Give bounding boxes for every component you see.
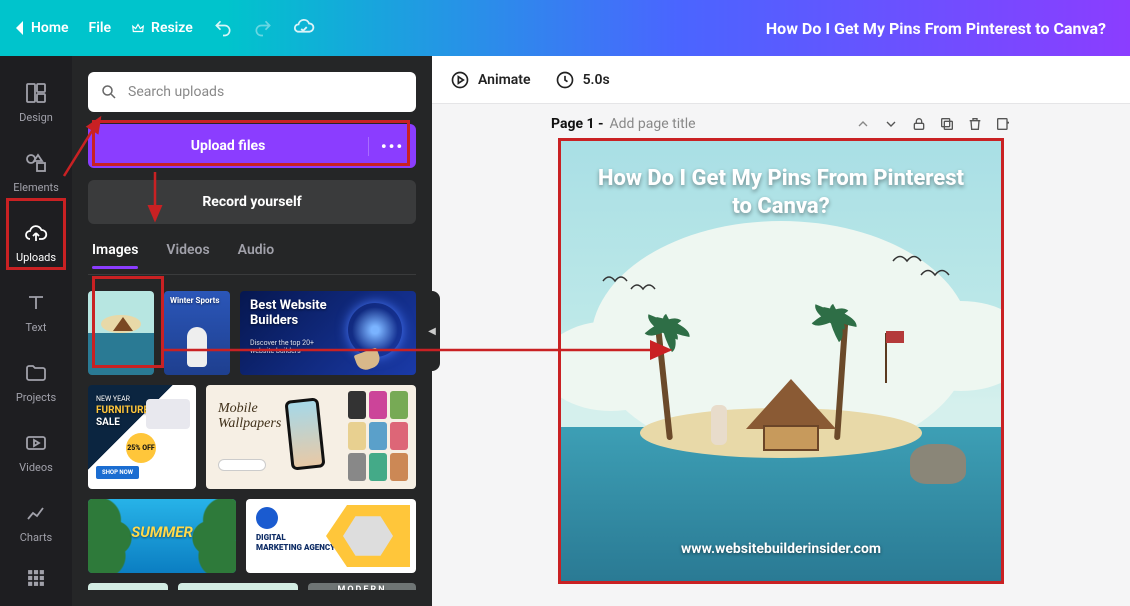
sidebar-label: Text	[26, 321, 47, 334]
canvas-area: Animate 5.0s Page 1 - Add page title	[432, 56, 1130, 606]
sidebar-label: Design	[19, 111, 53, 124]
duplicate-button[interactable]	[939, 116, 955, 132]
design-canvas[interactable]: How Do I Get My Pins From Pinterest to C…	[558, 138, 1004, 584]
home-label: Home	[31, 20, 69, 36]
layout-icon	[24, 81, 48, 105]
sidebar-item-charts[interactable]: Charts	[0, 488, 72, 556]
lock-button[interactable]	[911, 116, 927, 132]
upload-thumb-agency[interactable]: DIGITAL MARKETING AGENCY	[246, 499, 416, 573]
upload-files-button[interactable]: Upload files •••	[88, 124, 416, 168]
cloud-upload-icon	[24, 221, 48, 245]
file-menu[interactable]: File	[89, 20, 112, 36]
upload-files-label[interactable]: Upload files	[88, 138, 368, 154]
sidebar-item-videos[interactable]: Videos	[0, 418, 72, 486]
search-field[interactable]	[88, 72, 416, 112]
upload-tabs: Images Videos Audio	[88, 236, 416, 275]
sidebar-item-uploads[interactable]: Uploads	[0, 208, 72, 276]
redo-button[interactable]	[253, 18, 273, 38]
sidebar: Design Elements Uploads Text Projects Vi…	[0, 56, 72, 606]
duration-label: 5.0s	[583, 72, 610, 88]
resize-label: Resize	[151, 20, 193, 36]
record-yourself-button[interactable]: Record yourself	[88, 180, 416, 224]
folder-icon	[24, 361, 48, 385]
sidebar-item-apps[interactable]	[0, 558, 72, 598]
upload-thumb-wallpapers[interactable]: Mobile Wallpapers	[206, 385, 416, 489]
animate-icon	[450, 70, 470, 90]
sidebar-label: Elements	[13, 181, 59, 194]
upload-thumb-furniture[interactable]: NEW YEAR FURNITURE SALE 25% OFF SHOP NOW	[88, 385, 196, 489]
upload-thumb-a[interactable]	[88, 583, 168, 590]
animate-button[interactable]: Animate	[450, 70, 531, 90]
upload-thumb-b[interactable]	[178, 583, 298, 590]
delete-button[interactable]	[967, 116, 983, 132]
sidebar-item-design[interactable]: Design	[0, 68, 72, 136]
text-icon	[24, 291, 48, 315]
upload-thumb-summer[interactable]: SUMMER	[88, 499, 236, 573]
upload-thumb-winter[interactable]: Winter Sports	[164, 291, 230, 375]
cloud-sync-icon[interactable]	[293, 17, 315, 39]
page-down-button[interactable]	[883, 116, 899, 132]
home-button[interactable]: Home	[16, 20, 69, 36]
page-header: Page 1 - Add page title	[551, 116, 1011, 132]
sidebar-item-text[interactable]: Text	[0, 278, 72, 346]
clock-icon	[555, 70, 575, 90]
page-up-button[interactable]	[855, 116, 871, 132]
upload-thumb-island[interactable]	[88, 291, 154, 375]
artwork-title[interactable]: How Do I Get My Pins From Pinterest to C…	[561, 165, 1001, 220]
tab-images[interactable]: Images	[92, 242, 138, 268]
upload-more-button[interactable]: •••	[368, 137, 416, 156]
rock	[910, 444, 966, 484]
grid-icon	[26, 568, 46, 588]
artwork-footer[interactable]: www.websitebuilderinsider.com	[561, 541, 1001, 557]
bird-icon	[601, 271, 661, 301]
resize-menu[interactable]: Resize	[131, 20, 193, 36]
chart-icon	[24, 501, 48, 525]
tab-audio[interactable]: Audio	[238, 242, 275, 268]
top-bar: Home File Resize How Do I Get My Pins Fr…	[0, 0, 1130, 56]
upload-thumb-modern[interactable]: MODERN	[308, 583, 416, 590]
tab-videos[interactable]: Videos	[166, 242, 209, 268]
uploads-grid: Winter Sports Best Website Builders Disc…	[88, 291, 416, 590]
sidebar-label: Videos	[19, 461, 53, 474]
sidebar-label: Projects	[16, 391, 56, 404]
undo-button[interactable]	[213, 18, 233, 38]
back-chevron-icon	[16, 21, 23, 35]
uploads-panel: Upload files ••• Record yourself Images …	[72, 56, 432, 606]
add-page-button[interactable]	[995, 116, 1011, 132]
sidebar-item-projects[interactable]: Projects	[0, 348, 72, 416]
video-icon	[24, 431, 48, 455]
sidebar-item-elements[interactable]: Elements	[0, 138, 72, 206]
duration-button[interactable]: 5.0s	[555, 70, 610, 90]
sidebar-label: Uploads	[16, 251, 56, 264]
search-icon	[100, 83, 118, 101]
panel-collapse-handle[interactable]: ◀	[424, 291, 440, 371]
canvas-toolbar: Animate 5.0s	[432, 56, 1130, 104]
animate-label: Animate	[478, 72, 531, 88]
sidebar-label: Charts	[20, 531, 52, 544]
page-number: Page 1 -	[551, 116, 604, 132]
shapes-icon	[24, 151, 48, 175]
crown-icon	[131, 21, 145, 35]
page-title-input[interactable]: Add page title	[610, 116, 849, 132]
bird-icon	[891, 251, 961, 291]
search-input[interactable]	[128, 84, 404, 100]
upload-thumb-website[interactable]: Best Website Builders Discover the top 2…	[240, 291, 416, 375]
document-title[interactable]: How Do I Get My Pins From Pinterest to C…	[766, 19, 1114, 38]
hut	[746, 379, 836, 449]
